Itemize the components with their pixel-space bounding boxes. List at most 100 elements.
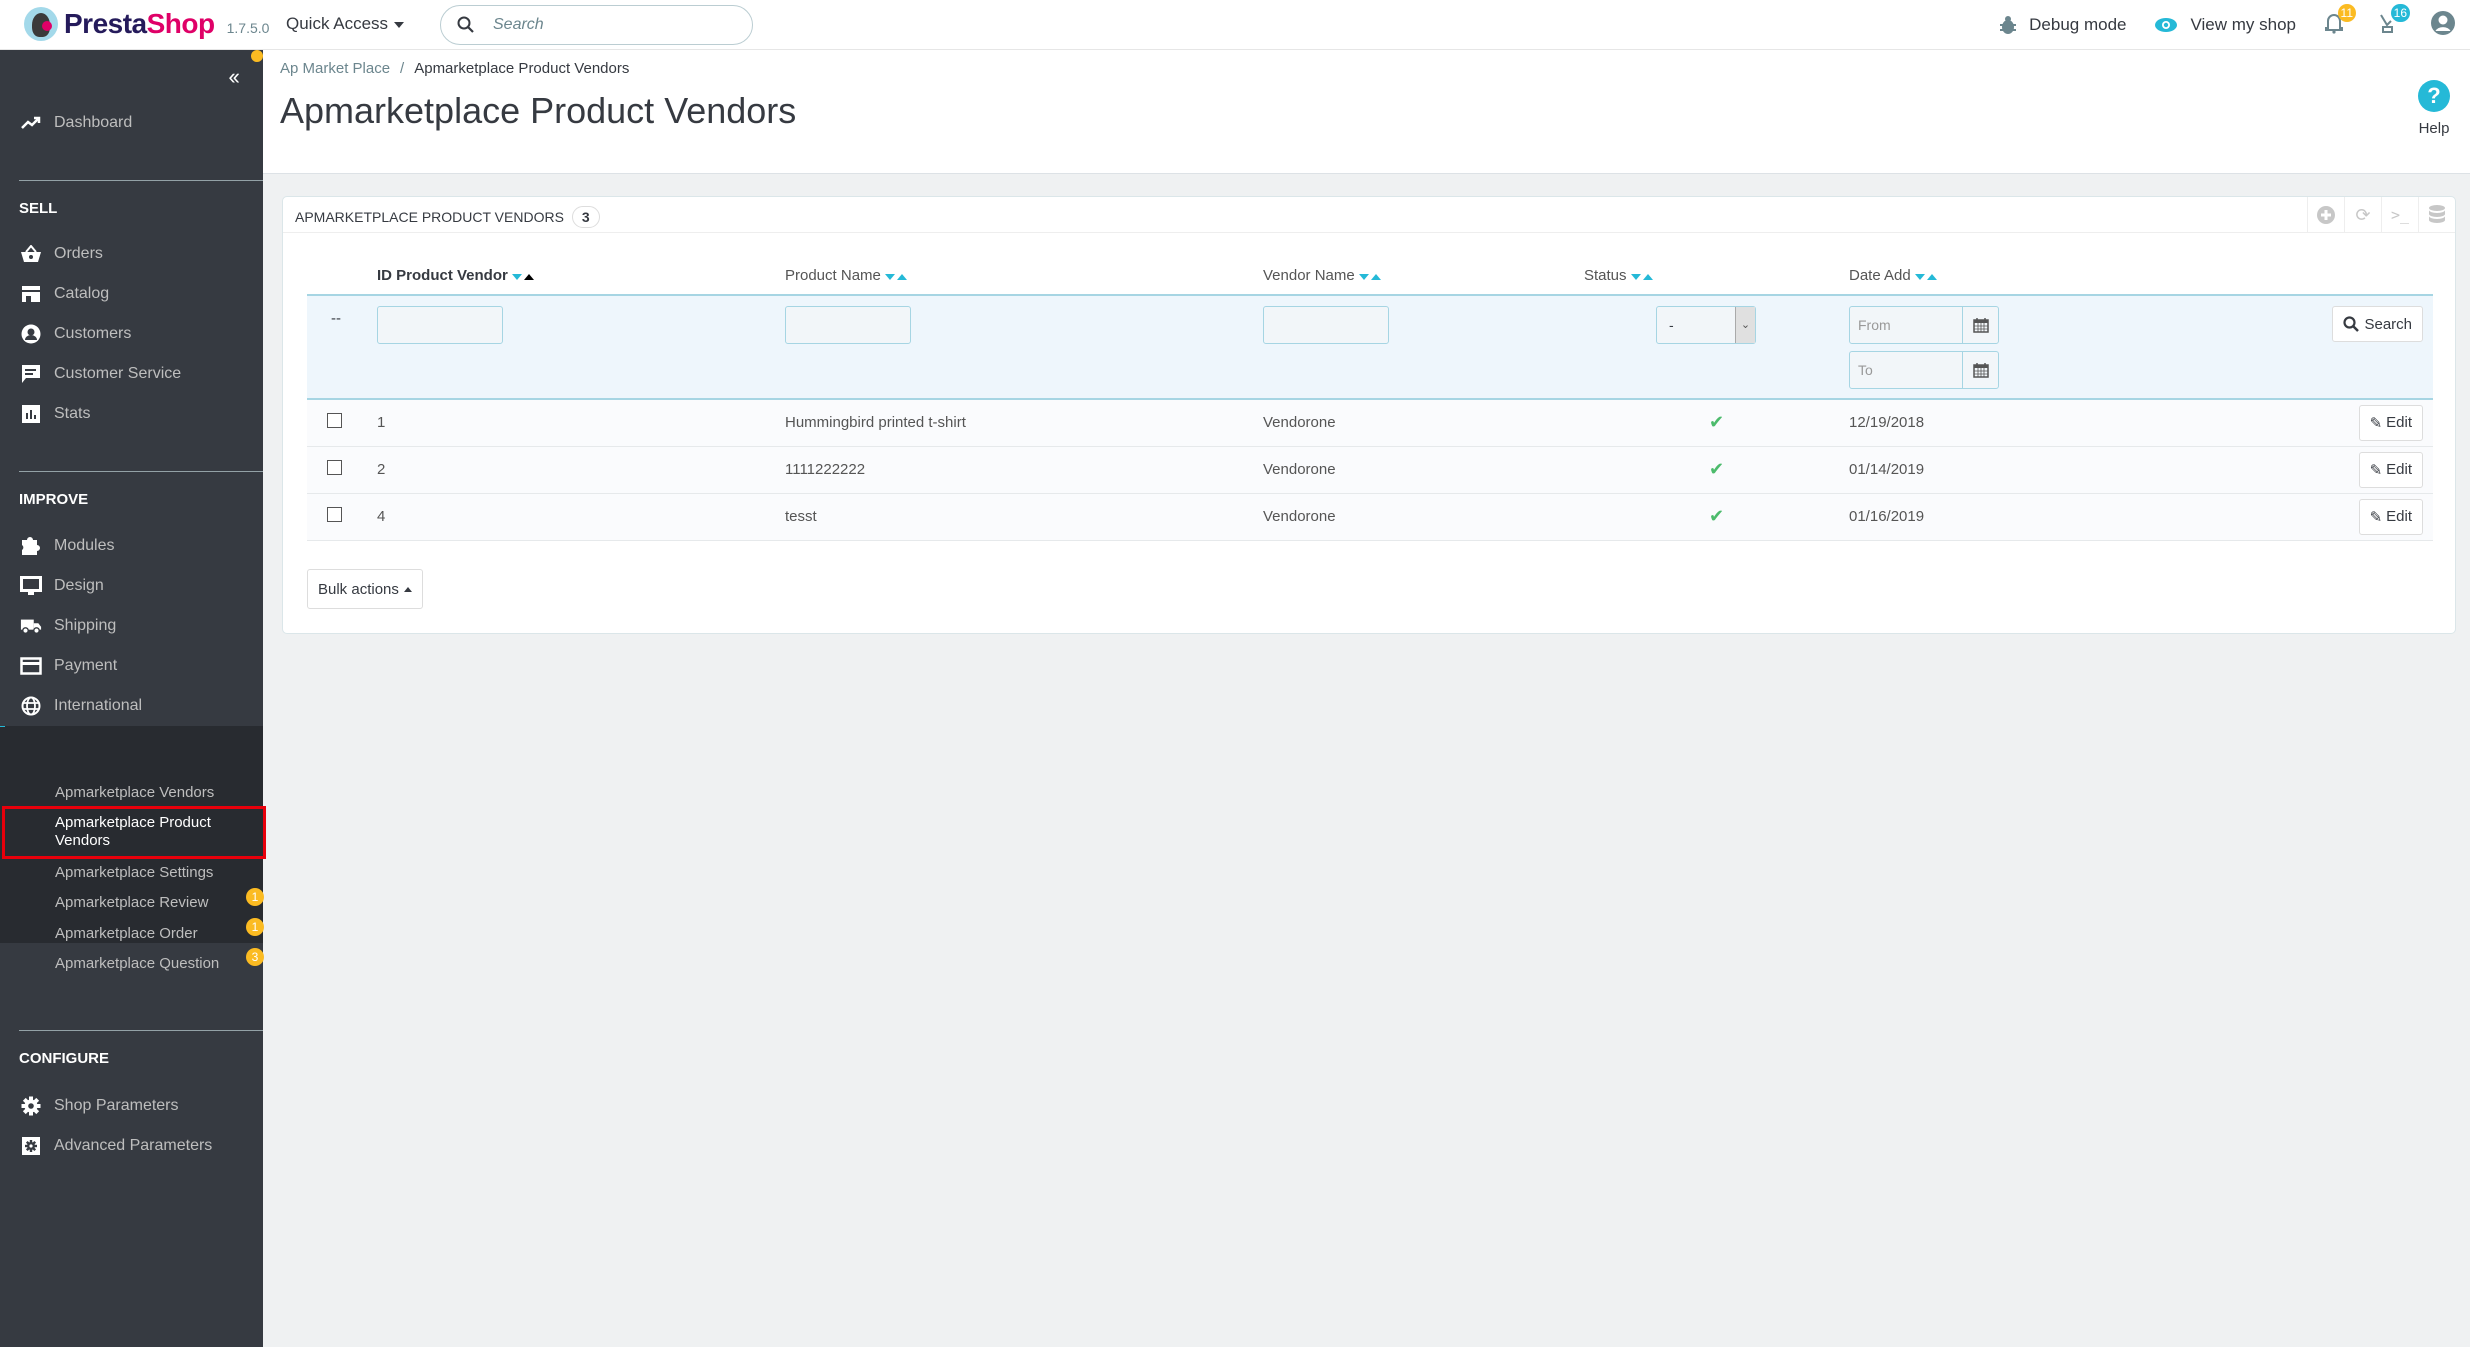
export-button[interactable]: [2418, 197, 2455, 233]
edit-button[interactable]: ✎ Edit: [2358, 498, 2423, 535]
submenu-item-settings[interactable]: Apmarketplace Settings: [55, 864, 213, 882]
sidebar-item-shop-parameters[interactable]: Shop Parameters: [0, 1086, 263, 1126]
filter-id-input[interactable]: [377, 306, 503, 344]
sidebar-item-customer-service[interactable]: Customer Service: [0, 354, 263, 394]
user-account-button[interactable]: [2430, 10, 2456, 41]
sidebar-item-advanced-parameters[interactable]: Advanced Parameters: [0, 1126, 263, 1166]
refresh-icon: ⟳: [2355, 204, 2371, 225]
cell-date-add: 01/14/2019: [1849, 446, 2269, 494]
refresh-button[interactable]: ⟳: [2344, 197, 2381, 233]
filter-date-from[interactable]: [1849, 306, 1999, 344]
column-label: Status: [1584, 266, 1627, 284]
sort-asc-icon[interactable]: [896, 274, 907, 281]
terminal-icon: >_: [2390, 206, 2410, 224]
breadcrumb: Ap Market Place / Apmarketplace Product Ve…: [280, 60, 629, 77]
filter-status-select[interactable]: - ⌄: [1656, 306, 1756, 344]
sidebar-item-orders[interactable]: Orders: [0, 234, 263, 274]
help-button[interactable]: ? Help: [2418, 80, 2450, 137]
filter-product-name-input[interactable]: [785, 306, 911, 344]
notifications-button[interactable]: 11: [2324, 3, 2356, 39]
row-checkbox[interactable]: [327, 413, 342, 429]
date-to-input[interactable]: [1850, 352, 1962, 388]
filter-vendor-name-input[interactable]: [1263, 306, 1389, 344]
calendar-icon[interactable]: [1962, 352, 1998, 388]
bulk-actions-button[interactable]: Bulk actions: [307, 569, 423, 609]
search-button[interactable]: Search: [2332, 306, 2423, 342]
table-header-row: ID Product Vendor Product Name Vendor Na…: [307, 257, 2433, 296]
search-input[interactable]: [493, 16, 713, 34]
row-checkbox[interactable]: [327, 460, 342, 475]
submenu-item-question[interactable]: Apmarketplace Question: [55, 955, 219, 973]
cell-vendor-name: Vendorone: [1263, 399, 1584, 447]
orders-notification-button[interactable]: 16: [2376, 3, 2410, 39]
cell-id: 4: [377, 493, 785, 541]
sidebar-item-international[interactable]: International: [0, 686, 263, 726]
sidebar-item-catalog[interactable]: Catalog: [0, 274, 263, 314]
table-row[interactable]: 4 tesst Vendorone ✔ 01/16/2019 ✎ Edit: [307, 493, 2433, 541]
page-title: Apmarketplace Product Vendors: [280, 90, 797, 131]
sidebar-item-payment[interactable]: Payment: [0, 646, 263, 686]
search-icon: [2343, 316, 2360, 332]
sidebar-item-dashboard[interactable]: Dashboard: [0, 103, 263, 143]
sort-desc-icon[interactable]: [1914, 274, 1925, 281]
globe-icon: [20, 695, 42, 717]
header-search[interactable]: [440, 5, 753, 45]
gear-icon: [20, 1095, 42, 1117]
status-enabled-check-icon[interactable]: ✔: [1709, 459, 1724, 479]
sidebar-item-customers[interactable]: Customers: [0, 314, 263, 354]
cell-product-name: 1111222222: [785, 446, 1263, 494]
sidebar-label: Orders: [54, 245, 103, 262]
puffin-logo-icon: [24, 7, 58, 41]
bulk-actions-label: Bulk actions: [318, 580, 399, 598]
caret-down-icon: [394, 21, 405, 28]
sidebar-label: Customers: [54, 325, 132, 342]
debug-mode-label: Debug mode: [2029, 15, 2127, 34]
status-enabled-check-icon[interactable]: ✔: [1709, 412, 1724, 432]
sidebar-divider: [19, 1030, 263, 1031]
sort-asc-icon[interactable]: [1926, 274, 1937, 281]
panel-heading: Apmarketplace Product Vendors 3 ⟳ >_: [283, 197, 2455, 233]
sort-asc-icon[interactable]: [523, 274, 534, 281]
sort-desc-icon[interactable]: [1630, 274, 1641, 281]
user-avatar-icon: [2431, 10, 2455, 35]
table-row[interactable]: 2 1111222222 Vendorone ✔ 01/14/2019 ✎ Edi…: [307, 446, 2433, 494]
cell-vendor-name: Vendorone: [1263, 446, 1584, 494]
question-badge: 3: [246, 948, 264, 966]
view-my-shop-link[interactable]: View my shop: [2154, 15, 2296, 35]
edit-button[interactable]: ✎ Edit: [2358, 451, 2423, 488]
add-new-button[interactable]: [2307, 197, 2344, 233]
filter-date-to[interactable]: [1849, 351, 1999, 389]
sort-asc-icon[interactable]: [1370, 274, 1381, 281]
section-configure: CONFIGURE: [19, 1050, 109, 1067]
sql-query-button[interactable]: >_: [2381, 197, 2418, 233]
edit-button[interactable]: ✎ Edit: [2358, 404, 2423, 441]
sidebar-item-modules[interactable]: Modules: [0, 526, 263, 566]
debug-mode-link[interactable]: Debug mode: [1999, 15, 2126, 35]
sidebar-item-shipping[interactable]: Shipping: [0, 606, 263, 646]
column-header-id: ID Product Vendor: [377, 257, 785, 296]
sidebar-label: Stats: [54, 405, 91, 422]
database-icon: [2429, 205, 2445, 223]
sidebar-item-design[interactable]: Design: [0, 566, 263, 606]
table-row[interactable]: 1 Hummingbird printed t-shirt Vendorone …: [307, 399, 2433, 447]
status-enabled-check-icon[interactable]: ✔: [1709, 506, 1724, 526]
quick-access-dropdown[interactable]: Quick Access: [286, 14, 405, 34]
submenu-item-review[interactable]: Apmarketplace Review: [55, 894, 208, 912]
sort-desc-icon[interactable]: [511, 274, 522, 281]
cell-product-name: Hummingbird printed t-shirt: [785, 399, 1263, 447]
sidebar-item-stats[interactable]: Stats: [0, 394, 263, 434]
date-from-input[interactable]: [1850, 307, 1962, 343]
calendar-icon[interactable]: [1962, 307, 1998, 343]
sort-asc-icon[interactable]: [1642, 274, 1653, 281]
desktop-icon: [20, 575, 42, 597]
sort-desc-icon[interactable]: [884, 274, 895, 281]
submenu-item-vendors[interactable]: Apmarketplace Vendors: [55, 784, 214, 802]
breadcrumb-parent[interactable]: Ap Market Place: [280, 60, 390, 77]
sort-desc-icon[interactable]: [1358, 274, 1369, 281]
edit-label: Edit: [2386, 461, 2412, 478]
submenu-item-order[interactable]: Apmarketplace Order: [55, 925, 198, 943]
collapse-sidebar-icon[interactable]: ‹‹: [228, 64, 240, 90]
breadcrumb-separator: /: [400, 60, 405, 77]
row-checkbox[interactable]: [327, 507, 342, 522]
prestashop-logo[interactable]: PrestaShop 1.7.5.0: [24, 7, 269, 41]
